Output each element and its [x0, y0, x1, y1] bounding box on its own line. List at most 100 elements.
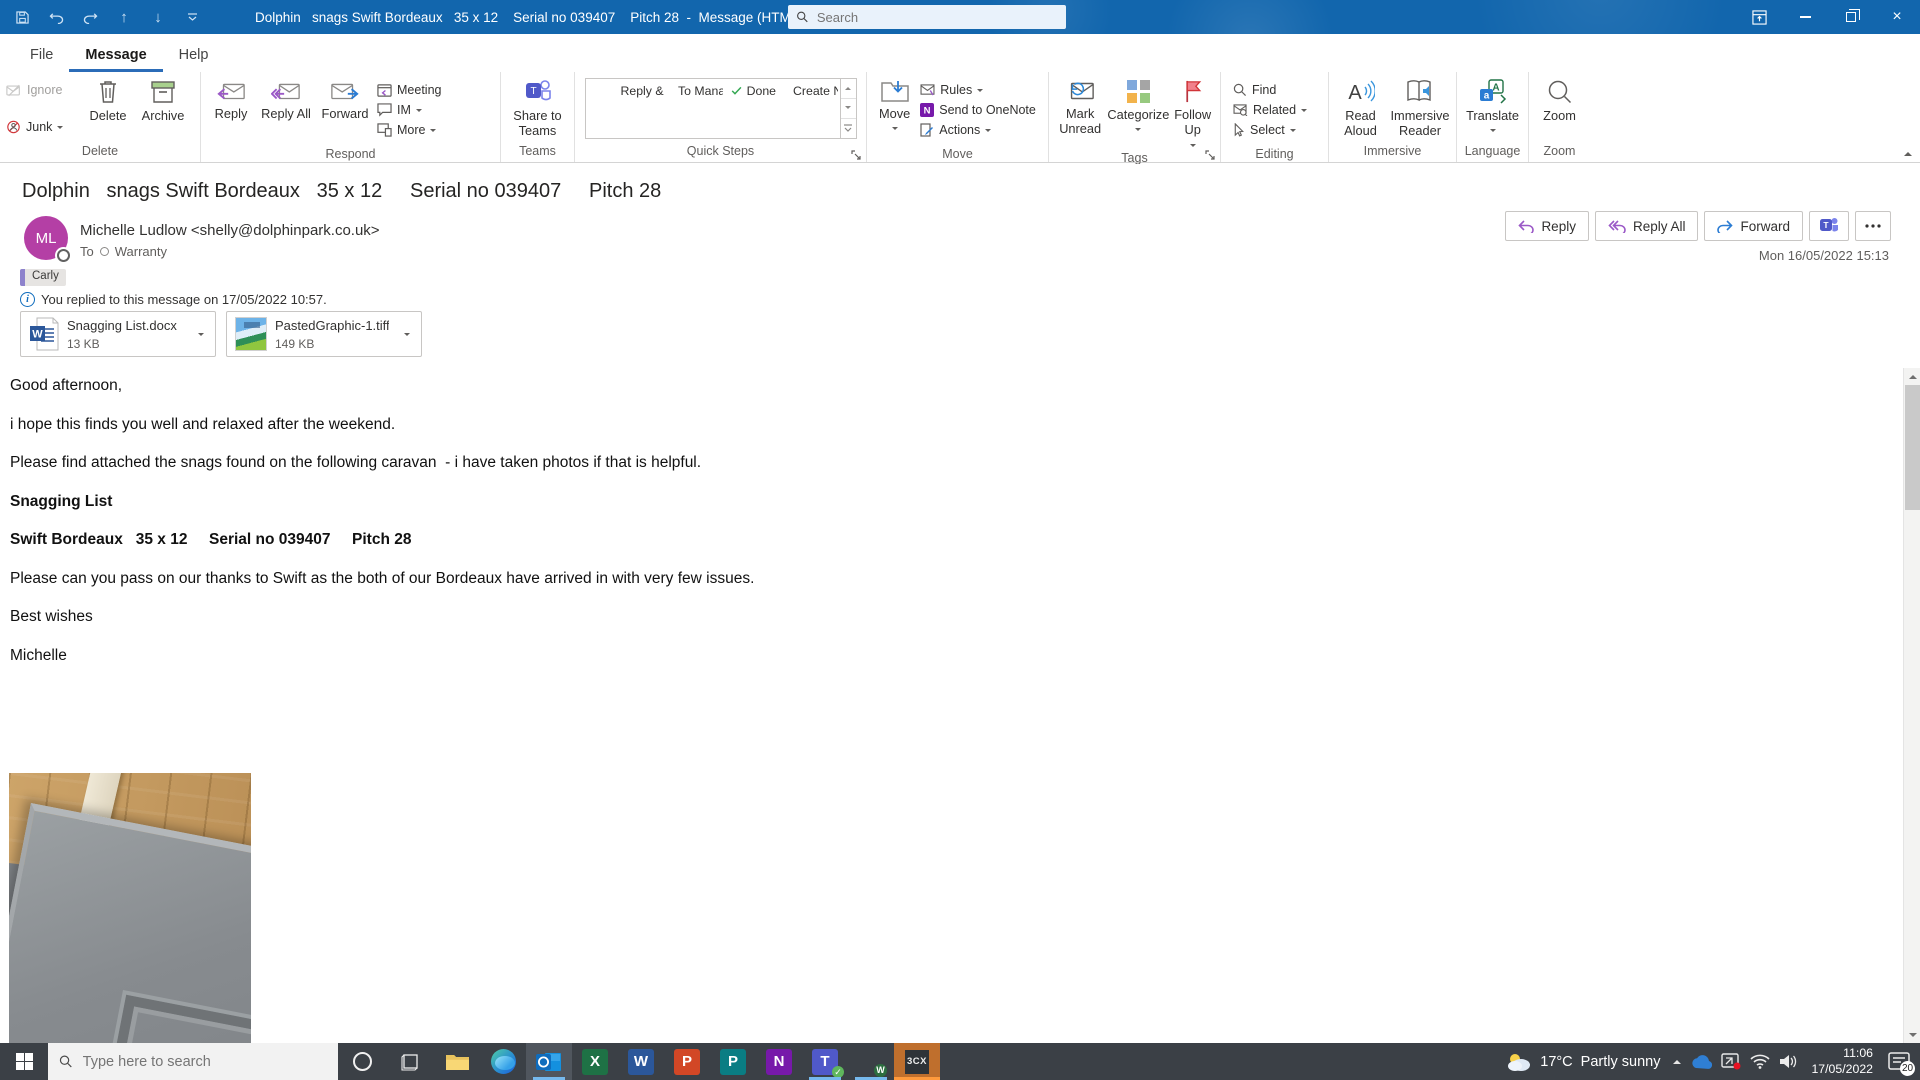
vertical-scrollbar[interactable]	[1903, 368, 1920, 1043]
scroll-up-button[interactable]	[1904, 368, 1920, 384]
show-hidden-icons-button[interactable]	[1673, 1056, 1681, 1067]
ribbon-display-options-button[interactable]	[1736, 0, 1782, 34]
group-label-editing: Editing	[1225, 146, 1324, 163]
start-button[interactable]	[0, 1043, 48, 1080]
customize-quick-access-icon[interactable]	[184, 9, 200, 25]
notification-count-badge: 20	[1900, 1061, 1915, 1076]
quickstep-to-manager[interactable]: To Manager	[669, 81, 723, 100]
find-button[interactable]: Find	[1233, 80, 1319, 100]
quicksteps-scroll-down[interactable]	[841, 98, 856, 118]
header-forward-button[interactable]: Forward	[1704, 211, 1803, 241]
categorize-button[interactable]: Categorize	[1107, 74, 1169, 150]
ignore-button[interactable]: Ignore	[6, 80, 80, 100]
search-input[interactable]	[817, 10, 1058, 25]
taskbar-onenote[interactable]: N	[756, 1043, 802, 1080]
move-button[interactable]: Move	[871, 74, 918, 146]
forward-button[interactable]: Forward	[315, 74, 375, 146]
minimize-button[interactable]	[1782, 0, 1828, 34]
scroll-down-button[interactable]	[1904, 1027, 1920, 1043]
im-button[interactable]: IM	[377, 100, 483, 120]
header-reply-all-button[interactable]: Reply All	[1595, 211, 1699, 241]
zoom-button[interactable]: Zoom	[1535, 74, 1585, 143]
taskbar-edge[interactable]	[480, 1043, 526, 1080]
save-icon[interactable]	[14, 9, 30, 25]
read-aloud-button[interactable]: A Read Aloud	[1333, 74, 1388, 143]
junk-icon	[6, 120, 21, 134]
onedrive-icon[interactable]	[1690, 1055, 1712, 1069]
junk-button[interactable]: Junk	[6, 117, 80, 137]
quicksteps-scroll-up[interactable]	[841, 79, 856, 98]
wifi-icon[interactable]	[1750, 1054, 1770, 1069]
screen-cast-icon[interactable]	[1721, 1053, 1741, 1070]
quickstep-engineers[interactable]: Engineers Sche...	[588, 81, 596, 100]
delete-button[interactable]: Delete	[82, 74, 134, 143]
taskbar-word[interactable]: W	[618, 1043, 664, 1080]
sender-avatar[interactable]: ML	[24, 216, 68, 260]
reply-all-button[interactable]: Reply All	[257, 74, 315, 146]
scrollbar-thumb[interactable]	[1905, 385, 1920, 510]
reply-button[interactable]: Reply	[205, 74, 257, 146]
translate-button[interactable]: Aa Translate	[1462, 74, 1524, 143]
recipient-name[interactable]: Warranty	[115, 244, 167, 259]
undo-icon[interactable]	[48, 9, 64, 25]
select-button[interactable]: Select	[1233, 120, 1319, 140]
attachment-tiff[interactable]: PastedGraphic-1.tiff 149 KB	[226, 311, 422, 357]
quickstep-team-email[interactable]: Team Email	[600, 81, 608, 100]
rules-button[interactable]: Rules	[920, 80, 1042, 100]
taskbar-chrome[interactable]: W	[848, 1043, 894, 1080]
group-label-delete: Delete	[4, 143, 196, 162]
tab-message[interactable]: Message	[69, 39, 162, 72]
meeting-button[interactable]: Meeting	[377, 80, 483, 100]
taskbar-powerpoint[interactable]: P	[664, 1043, 710, 1080]
more-respond-button[interactable]: More	[377, 120, 483, 140]
titlebar-search[interactable]	[788, 5, 1066, 29]
header-reply-button[interactable]: Reply	[1505, 211, 1589, 241]
collapse-ribbon-button[interactable]	[1904, 148, 1912, 156]
send-to-onenote-button[interactable]: N Send to OneNote	[920, 100, 1042, 120]
attachment-size: 149 KB	[275, 337, 389, 351]
close-button[interactable]: ×	[1874, 0, 1920, 34]
redo-icon[interactable]	[82, 9, 98, 25]
header-teams-button[interactable]: T	[1809, 211, 1849, 241]
quick-steps-dialog-launcher[interactable]	[851, 147, 863, 159]
attachment-dropdown[interactable]	[397, 330, 417, 339]
attachment-docx[interactable]: W Snagging List.docx 13 KB	[20, 311, 216, 357]
taskbar-outlook[interactable]	[526, 1043, 572, 1080]
related-button[interactable]: Related	[1233, 100, 1319, 120]
volume-icon[interactable]	[1779, 1054, 1798, 1069]
taskbar-weather[interactable]: 17°C Partly sunny	[1506, 1052, 1664, 1072]
weather-text: Partly sunny	[1581, 1054, 1661, 1070]
task-view-button[interactable]	[386, 1043, 434, 1080]
actions-button[interactable]: Actions	[920, 120, 1042, 140]
taskbar-3cx[interactable]: 3CX	[894, 1043, 940, 1080]
cortana-button[interactable]	[338, 1043, 386, 1080]
taskbar-excel[interactable]: X	[572, 1043, 618, 1080]
tags-dialog-launcher[interactable]	[1205, 147, 1217, 159]
taskbar-publisher[interactable]: P	[710, 1043, 756, 1080]
attachment-dropdown[interactable]	[191, 330, 211, 339]
previous-item-icon[interactable]: ↑	[116, 9, 132, 25]
sender-name[interactable]: Michelle Ludlow <shelly@dolphinpark.co.u…	[80, 222, 380, 239]
taskbar-search[interactable]	[48, 1043, 338, 1080]
category-tag[interactable]: Carly	[20, 269, 66, 286]
taskbar-clock[interactable]: 11:06 17/05/2022	[1807, 1046, 1877, 1077]
quicksteps-more-button[interactable]	[841, 118, 856, 138]
archive-button[interactable]: Archive	[134, 74, 192, 143]
tab-file[interactable]: File	[14, 39, 69, 72]
immersive-reader-button[interactable]: Immersive Reader	[1388, 74, 1452, 143]
body-paragraph: Best wishes	[0, 608, 1903, 625]
quickstep-create-new[interactable]: Create New	[784, 81, 838, 100]
action-center-button[interactable]: 20	[1886, 1051, 1912, 1073]
share-to-teams-button[interactable]: T Share to Teams	[507, 74, 569, 143]
follow-up-button[interactable]: Follow Up	[1169, 74, 1216, 150]
taskbar-search-input[interactable]	[83, 1054, 327, 1070]
mark-unread-button[interactable]: Mark Unread	[1053, 74, 1107, 150]
taskbar-file-explorer[interactable]	[434, 1043, 480, 1080]
restore-button[interactable]	[1828, 0, 1874, 34]
header-more-actions-button[interactable]	[1855, 211, 1891, 241]
quickstep-done[interactable]: Done	[727, 81, 781, 100]
next-item-icon[interactable]: ↓	[150, 9, 166, 25]
quickstep-reply-delete[interactable]: Reply & Delete	[612, 81, 666, 100]
tab-help[interactable]: Help	[163, 39, 225, 72]
taskbar-teams[interactable]: T ✓	[802, 1043, 848, 1080]
